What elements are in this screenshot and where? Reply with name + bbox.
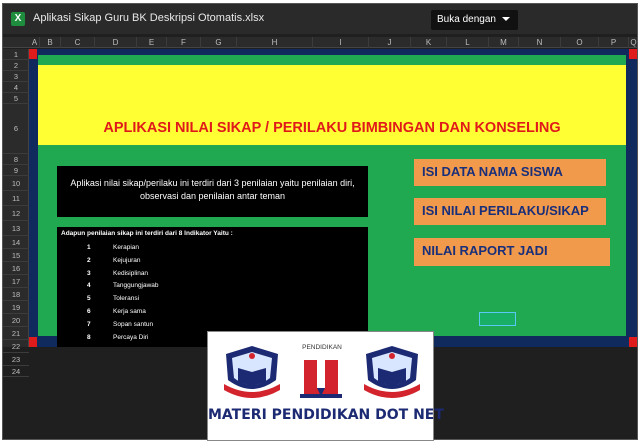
logo-top-text: PENDIDIKAN [302,344,342,351]
spreadsheet-grid[interactable]: APLIKASI NILAI SIKAP / PERILAKU BIMBINGA… [29,49,637,347]
column-header-l[interactable]: L [447,37,489,48]
column-header-k[interactable]: K [411,37,447,48]
row-header-13[interactable]: 13 [3,221,29,236]
row-header-18[interactable]: 18 [3,288,29,301]
row-header-16[interactable]: 16 [3,262,29,275]
row-header-14[interactable]: 14 [3,236,29,249]
row-header-2[interactable]: 2 [3,60,29,71]
column-header-j[interactable]: J [369,37,411,48]
row-header-3[interactable]: 3 [3,71,29,82]
caret-down-icon [501,17,510,22]
column-header-b[interactable]: B [40,37,61,48]
logo-caption: MATERI PENDIDIKAN DOT NET [208,407,444,423]
row-header-23[interactable]: 23 [3,353,29,366]
row-header-24[interactable]: 24 [3,366,29,377]
column-header-e[interactable]: E [137,37,167,48]
row-header: 1 2 3 4 5 6 8 9 10 11 12 13 14 15 16 17 18 19 20 21 22 23 24 [3,49,29,377]
row-header-4[interactable]: 4 [3,82,29,93]
row-header-21[interactable]: 21 [3,327,29,340]
red-corner-marker [629,337,637,347]
row-header-11[interactable]: 11 [3,191,29,206]
indicator-item: 1 Kerapian [87,244,140,251]
description-box: Aplikasi nilai sikap/perilaku ini terdir… [57,166,368,217]
column-header-o[interactable]: O [561,37,599,48]
red-corner-marker [29,337,37,347]
viewer-page: X Aplikasi Sikap Guru BK Deskripsi Otoma… [0,0,640,448]
isi-nilai-perilaku-button[interactable]: ISI NILAI PERILAKU/SIKAP [414,198,606,225]
nilai-raport-jadi-button[interactable]: NILAI RAPORT JADI [414,238,610,266]
column-header-n[interactable]: N [519,37,561,48]
row-header-6[interactable]: 6 [3,104,29,154]
indicator-item: 3 Kedisiplinan [87,270,149,277]
file-title: Aplikasi Sikap Guru BK Deskripsi Otomati… [33,12,265,24]
open-with-label: Buka dengan [437,14,496,25]
row-header-10[interactable]: 10 [3,176,29,191]
column-header-i[interactable]: I [313,37,369,48]
column-header-g[interactable]: G [201,37,237,48]
pen-book-icon [300,354,342,398]
column-header-c[interactable]: C [61,37,95,48]
indicator-item: 8 Percaya Diri [87,334,149,341]
row-header-19[interactable]: 19 [3,301,29,314]
viewer-toolbar: X Aplikasi Sikap Guru BK Deskripsi Otoma… [3,4,637,34]
indicator-item: 2 Kejujuran [87,257,141,264]
column-header-h[interactable]: H [237,37,313,48]
selected-cell[interactable] [479,312,516,326]
shield-book-icon [364,346,420,398]
indicator-item: 5 Toleransi [87,295,140,302]
column-header-a[interactable]: A [30,37,40,48]
row-header-5[interactable]: 5 [3,93,29,104]
app-title: APLIKASI NILAI SIKAP / PERILAKU BIMBINGA… [103,120,561,136]
row-header-9[interactable]: 9 [3,165,29,176]
open-with-button[interactable]: Buka dengan [431,10,518,30]
red-corner-marker [29,49,37,59]
column-header: ABCDEFGHIJKLMNOPQ [3,37,637,48]
indicator-item: 7 Sopan santun [87,321,154,328]
isi-data-nama-siswa-button[interactable]: ISI DATA NAMA SISWA [414,159,606,186]
row-header-12[interactable]: 12 [3,206,29,221]
indicator-title: Adapun penilaian sikap ini terdiri dari … [61,230,233,237]
row-header-15[interactable]: 15 [3,249,29,262]
column-header-f[interactable]: F [167,37,201,48]
row-header-20[interactable]: 20 [3,314,29,327]
row-header-17[interactable]: 17 [3,275,29,288]
column-header-p[interactable]: P [599,37,629,48]
column-header-m[interactable]: M [489,37,519,48]
indicator-item: 6 Kerja sama [87,308,146,315]
indicator-box: Adapun penilaian sikap ini terdiri dari … [57,227,368,347]
row-header-1[interactable]: 1 [3,49,29,60]
red-corner-marker [629,49,637,59]
site-logo-watermark: PENDIDIKAN MATERI PENDIDIKAN DOT NET [207,331,444,441]
shield-book-icon [224,346,280,398]
column-header-d[interactable]: D [95,37,137,48]
excel-file-icon: X [11,12,25,26]
column-header-q[interactable]: Q [629,37,637,48]
row-header-8[interactable]: 8 [3,154,29,165]
row-header-22[interactable]: 22 [3,340,29,353]
indicator-item: 4 Tanggungjawab [87,282,159,289]
